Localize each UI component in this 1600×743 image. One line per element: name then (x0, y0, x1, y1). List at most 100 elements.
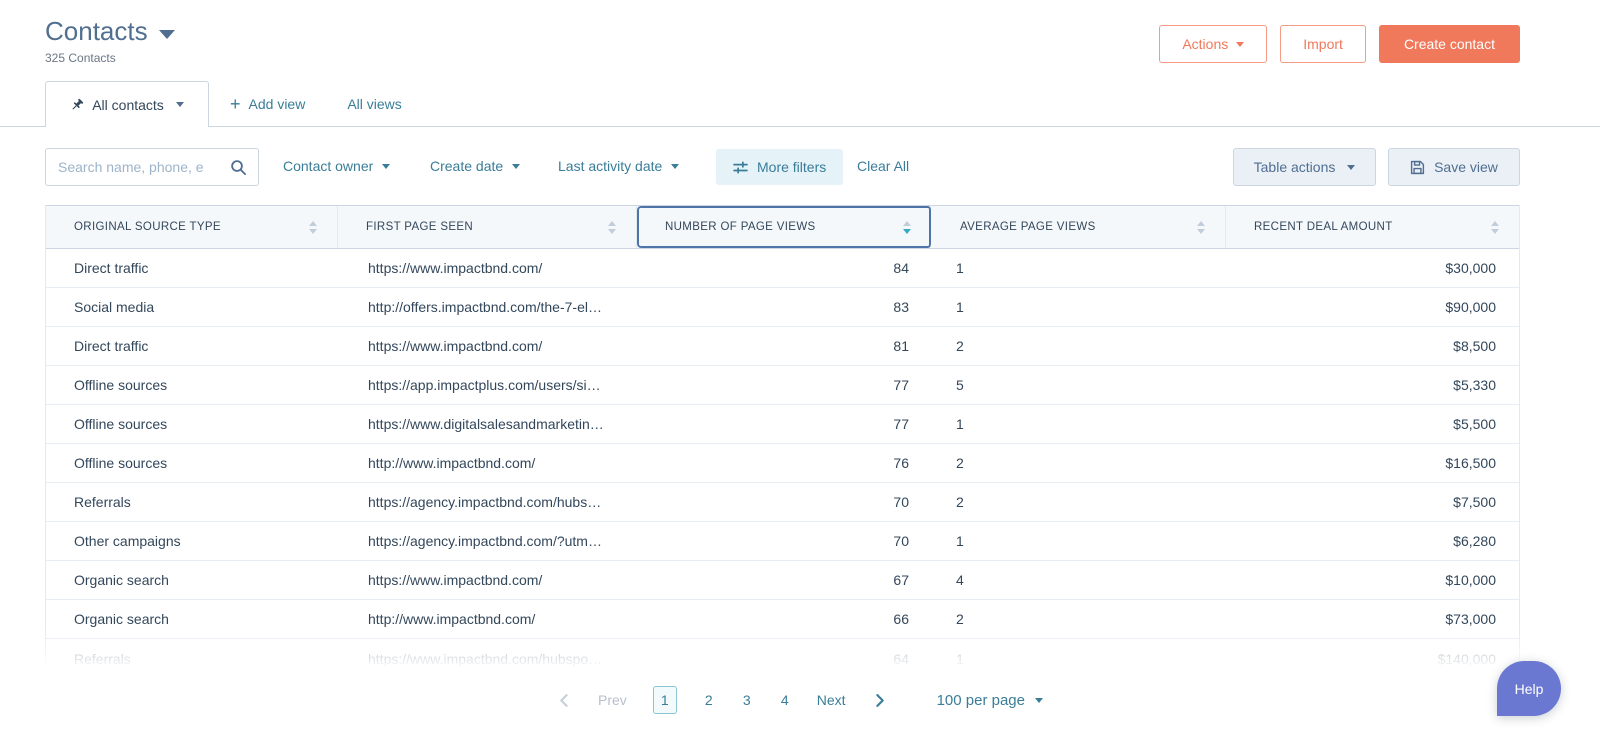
table-row[interactable]: Referrals https://agency.impactbnd.com/hu… (46, 483, 1519, 522)
sort-icon[interactable] (309, 220, 317, 234)
table-row[interactable]: Offline sources https://www.digitalsalesa… (46, 405, 1519, 444)
cell-recent-deal-amount: $90,000 (1445, 299, 1496, 315)
cell-original-source-type: Direct traffic (74, 338, 149, 354)
next-button[interactable]: Next (817, 692, 846, 708)
plus-icon: + (230, 94, 241, 114)
cell-number-of-page-views: 83 (893, 299, 909, 315)
cell-original-source-type: Referrals (74, 650, 131, 667)
search-input[interactable] (46, 159, 230, 175)
column-header-label: FIRST PAGE SEEN (366, 221, 474, 233)
sort-icon[interactable] (1491, 220, 1499, 234)
cell-first-page-seen: https://www.impactbnd.com/ (368, 572, 543, 588)
column-header-original-source-type[interactable]: ORIGINAL SOURCE TYPE (46, 206, 338, 248)
all-views-label: All views (347, 96, 402, 112)
cell-original-source-type: Organic search (74, 572, 169, 588)
page-2[interactable]: 2 (703, 692, 715, 708)
filter-create-date-label: Create date (430, 158, 504, 174)
cell-recent-deal-amount: $73,000 (1445, 611, 1496, 627)
cell-first-page-seen: http://www.impactbnd.com/ (368, 455, 536, 471)
cell-average-page-views: 1 (956, 533, 964, 549)
per-page-label: 100 per page (936, 691, 1025, 709)
cell-original-source-type: Organic search (74, 611, 169, 627)
cell-first-page-seen: https://agency.impactbnd.com/hubs… (368, 494, 602, 510)
column-header-recent-deal-amount[interactable]: RECENT DEAL AMOUNT (1226, 206, 1519, 248)
pagination: Prev 1 2 3 4 Next (557, 686, 887, 714)
chevron-down-icon (512, 163, 521, 169)
sort-icon[interactable] (903, 220, 911, 234)
table-actions-label: Table actions (1253, 159, 1336, 175)
actions-button[interactable]: Actions (1159, 25, 1268, 63)
page-1[interactable]: 1 (652, 686, 677, 714)
column-header-label: NUMBER OF PAGE VIEWS (665, 221, 816, 233)
sort-icon[interactable] (1197, 220, 1205, 234)
cell-number-of-page-views: 77 (893, 377, 909, 393)
column-header-label: AVERAGE PAGE VIEWS (960, 221, 1096, 233)
sort-icon[interactable] (608, 220, 616, 234)
save-view-button[interactable]: Save view (1388, 148, 1520, 186)
table-row[interactable]: Referrals https://www.impactbnd.com/hubsp… (46, 639, 1519, 678)
table-row[interactable]: Organic search http://www.impactbnd.com/6… (46, 600, 1519, 639)
filter-last-activity-date-label: Last activity date (558, 158, 663, 174)
more-filters-button[interactable]: More filters (716, 149, 844, 185)
create-contact-button[interactable]: Create contact (1378, 25, 1520, 63)
filter-create-date[interactable]: Create date (430, 158, 521, 174)
cell-number-of-page-views: 64 (893, 650, 909, 667)
contacts-table: ORIGINAL SOURCE TYPE FIRST PAGE SEEN NUMBE… (45, 205, 1520, 678)
clear-all-link[interactable]: Clear All (857, 158, 909, 174)
table-footer: Prev 1 2 3 4 Next 100 per page (0, 686, 1600, 714)
per-page-select[interactable]: 100 per page (937, 692, 1043, 709)
column-header-average-page-views[interactable]: AVERAGE PAGE VIEWS (932, 206, 1226, 248)
table-row[interactable]: Social media http://offers.impactbnd.com/… (46, 288, 1519, 327)
cell-first-page-seen: http://www.impactbnd.com/ (368, 611, 536, 627)
prev-button: Prev (597, 692, 627, 708)
column-header-number-of-page-views[interactable]: NUMBER OF PAGE VIEWS (637, 206, 932, 248)
cell-recent-deal-amount: $6,280 (1453, 533, 1496, 549)
cell-average-page-views: 2 (956, 455, 964, 471)
cell-average-page-views: 1 (956, 650, 964, 667)
table-actions-button[interactable]: Table actions (1233, 148, 1376, 186)
cell-recent-deal-amount: $140,000 (1437, 650, 1496, 667)
import-button[interactable]: Import (1280, 25, 1366, 63)
filter-contact-owner[interactable]: Contact owner (283, 158, 391, 174)
search-box[interactable] (45, 148, 259, 186)
table-row[interactable]: Offline sources http://www.impactbnd.com/… (46, 444, 1519, 483)
cell-original-source-type: Social media (74, 299, 155, 315)
more-filters-label: More filters (757, 159, 827, 175)
cell-first-page-seen: https://app.impactplus.com/users/si… (368, 377, 601, 393)
table-body: Direct traffic https://www.impactbnd.com/… (46, 249, 1519, 678)
column-header-label: ORIGINAL SOURCE TYPE (74, 221, 221, 233)
page-4[interactable]: 4 (779, 692, 791, 708)
cell-original-source-type: Offline sources (74, 377, 168, 393)
cell-number-of-page-views: 84 (893, 260, 909, 276)
table-row[interactable]: Direct traffic https://www.impactbnd.com/… (46, 249, 1519, 288)
filter-last-activity-date[interactable]: Last activity date (558, 158, 680, 174)
cell-average-page-views: 2 (956, 611, 964, 627)
cell-number-of-page-views: 76 (893, 455, 909, 471)
table-row[interactable]: Organic search https://www.impactbnd.com/… (46, 561, 1519, 600)
table-row[interactable]: Offline sources https://app.impactplus.co… (46, 366, 1519, 405)
cell-number-of-page-views: 77 (893, 416, 909, 432)
all-views-link[interactable]: All views (347, 96, 401, 112)
help-button[interactable]: Help (1497, 661, 1561, 716)
cell-recent-deal-amount: $10,000 (1445, 572, 1496, 588)
cell-recent-deal-amount: $8,500 (1453, 338, 1496, 354)
title-dropdown-caret-icon[interactable] (158, 29, 175, 39)
table-row[interactable]: Other campaigns https://agency.impactbnd.… (46, 522, 1519, 561)
column-header-first-page-seen[interactable]: FIRST PAGE SEEN (338, 206, 637, 248)
add-view-link[interactable]: + Add view (230, 94, 305, 114)
cell-number-of-page-views: 70 (893, 533, 909, 549)
tab-caret-icon (175, 102, 184, 107)
contact-count: 325 Contacts (45, 51, 116, 65)
cell-first-page-seen: https://www.impactbnd.com/hubspo… (368, 650, 603, 667)
tab-all-contacts[interactable]: All contacts (45, 81, 209, 127)
search-icon[interactable] (230, 159, 247, 176)
table-row[interactable]: Direct traffic https://www.impactbnd.com/… (46, 327, 1519, 366)
chevron-right-icon[interactable] (872, 693, 887, 708)
chevron-down-icon (671, 163, 680, 169)
table-header-row: ORIGINAL SOURCE TYPE FIRST PAGE SEEN NUMBE… (46, 205, 1519, 249)
cell-first-page-seen: https://agency.impactbnd.com/?utm… (368, 533, 602, 549)
cell-number-of-page-views: 70 (893, 494, 909, 510)
save-view-label: Save view (1434, 159, 1498, 175)
page-3[interactable]: 3 (741, 692, 753, 708)
cell-original-source-type: Offline sources (74, 416, 168, 432)
